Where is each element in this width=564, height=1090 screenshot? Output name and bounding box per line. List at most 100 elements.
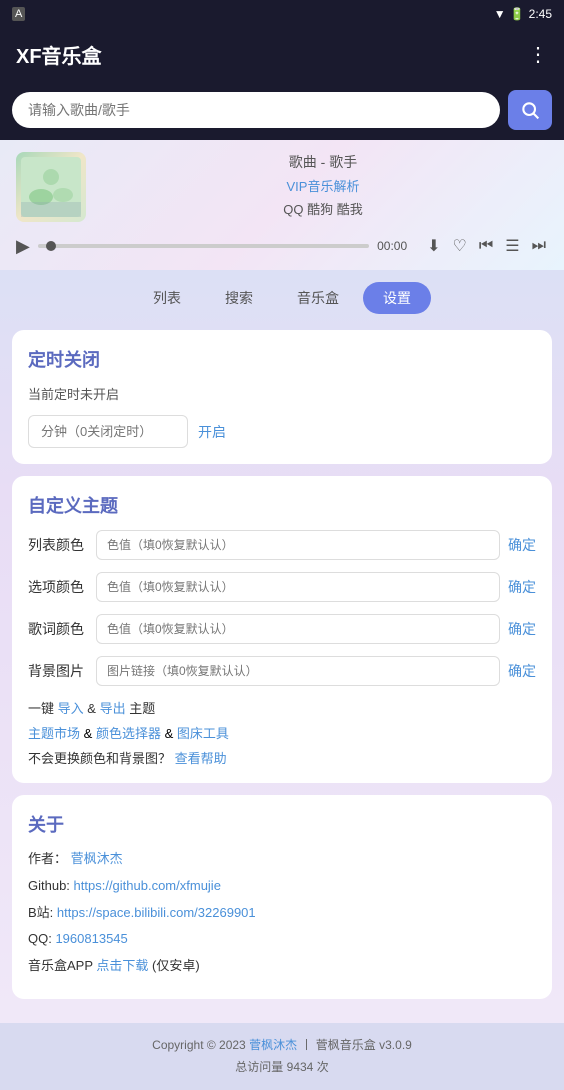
- song-title: 歌曲 - 歌手: [98, 152, 548, 172]
- footer-author-link[interactable]: 菅枫沐杰: [249, 1038, 297, 1052]
- list-color-input[interactable]: [96, 530, 500, 560]
- author-label: 作者：: [28, 851, 67, 866]
- search-icon: [520, 100, 540, 120]
- list-color-confirm[interactable]: 确定: [508, 535, 536, 555]
- links-row: 主题市场 & 颜色选择器 & 图床工具: [28, 723, 536, 742]
- bg-image-input[interactable]: [96, 656, 500, 686]
- import-link[interactable]: 导入: [58, 701, 84, 716]
- download-link[interactable]: 点击下载: [96, 958, 148, 973]
- footer-visits: 总访问量 9434 次: [12, 1057, 552, 1079]
- option-color-confirm[interactable]: 确定: [508, 577, 536, 597]
- prev-button[interactable]: ⏮: [477, 235, 495, 257]
- about-app-row: 音乐盒APP 点击下载 (仅安卓): [28, 956, 536, 977]
- bili-label: B站:: [28, 905, 57, 920]
- visit-label: 总访问量: [235, 1060, 283, 1074]
- progress-dot: [46, 241, 56, 251]
- qq-label: QQ:: [28, 931, 55, 946]
- tab-list[interactable]: 列表: [133, 282, 201, 314]
- list-color-label: 列表颜色: [28, 535, 88, 555]
- tab-settings[interactable]: 设置: [363, 282, 431, 314]
- lyrics-color-confirm[interactable]: 确定: [508, 619, 536, 639]
- no-change-row: 不会更换颜色和背景图？ 查看帮助: [28, 748, 536, 767]
- app-icon: A: [12, 7, 25, 21]
- theme-row-lyrics: 歌词颜色 确定: [28, 614, 536, 644]
- footer-copyright: Copyright © 2023 菅枫沐杰 丨 菅枫音乐盒 v3.0.9: [12, 1035, 552, 1057]
- bili-link[interactable]: https://space.bilibili.com/32269901: [57, 905, 256, 920]
- color-picker-link[interactable]: 颜色选择器: [96, 726, 161, 741]
- top-bar: XF音乐盒 ⋮: [0, 28, 564, 80]
- tab-search[interactable]: 搜索: [205, 282, 273, 314]
- battery-icon: 🔋: [510, 7, 525, 21]
- album-art: [16, 152, 86, 222]
- wifi-icon: ▼: [494, 7, 506, 21]
- bed-tool-link[interactable]: 图床工具: [177, 726, 229, 741]
- timer-title: 定时关闭: [28, 346, 536, 372]
- and-text-3: &: [165, 726, 177, 741]
- about-author-row: 作者： 菅枫沐杰: [28, 849, 536, 870]
- menu-button[interactable]: ⋮: [528, 42, 548, 67]
- market-link[interactable]: 主题市场: [28, 726, 80, 741]
- search-input[interactable]: [12, 92, 500, 128]
- option-color-input[interactable]: [96, 572, 500, 602]
- status-left: A: [12, 7, 25, 21]
- main-content: 列表 搜索 音乐盒 设置 定时关闭 当前定时未开启 开启 自定义主题 列表颜色 …: [0, 270, 564, 1023]
- github-link[interactable]: https://github.com/xfmujie: [74, 878, 221, 893]
- search-button[interactable]: [508, 90, 552, 130]
- player-controls: ▶ 00:00 ⬇ ♡ ⏮ ☰ ⏭: [16, 230, 548, 258]
- play-button[interactable]: ▶: [16, 236, 30, 257]
- bg-image-label: 背景图片: [28, 661, 88, 681]
- visit-count: 9434: [287, 1060, 314, 1074]
- visit-unit: 次: [317, 1060, 329, 1074]
- timer-enable-button[interactable]: 开启: [198, 422, 226, 442]
- status-bar: A ▼ 🔋 2:45: [0, 0, 564, 28]
- and-text-1: &: [87, 701, 96, 716]
- timer-subtitle: 当前定时未开启: [28, 384, 536, 403]
- footer-appname: 菅枫音乐盒 v3.0.9: [316, 1038, 412, 1052]
- footer: Copyright © 2023 菅枫沐杰 丨 菅枫音乐盒 v3.0.9 总访问…: [0, 1023, 564, 1090]
- theme-card: 自定义主题 列表颜色 确定 选项颜色 确定 歌词颜色 确定 背景图片 确定 一键…: [12, 476, 552, 783]
- vip-label: VIP音乐解析: [98, 176, 548, 195]
- export-link[interactable]: 导出: [100, 701, 126, 716]
- next-button[interactable]: ⏭: [530, 235, 548, 257]
- one-key-row: 一键 导入 & 导出 主题: [28, 698, 536, 717]
- about-qq-row: QQ: 1960813545: [28, 929, 536, 950]
- timer-card: 定时关闭 当前定时未开启 开启: [12, 330, 552, 464]
- about-bili-row: B站: https://space.bilibili.com/32269901: [28, 903, 536, 924]
- album-art-image: [21, 157, 81, 217]
- qq-link[interactable]: 1960813545: [55, 931, 127, 946]
- sources-label: QQ 酷狗 酷我: [98, 199, 548, 218]
- app-label: 音乐盒APP: [28, 958, 93, 973]
- tab-musicbox[interactable]: 音乐盒: [277, 282, 359, 314]
- theme-suffix: 主题: [129, 701, 155, 716]
- help-link[interactable]: 查看帮助: [175, 751, 227, 766]
- player-top: 歌曲 - 歌手 VIP音乐解析 QQ 酷狗 酷我: [16, 152, 548, 222]
- footer-separator: 丨: [300, 1038, 312, 1052]
- favorite-button[interactable]: ♡: [451, 234, 469, 258]
- time-display: 00:00: [377, 239, 417, 253]
- copyright-text: Copyright © 2023: [152, 1038, 246, 1052]
- download-suffix: (仅安卓): [152, 958, 200, 973]
- player-info: 歌曲 - 歌手 VIP音乐解析 QQ 酷狗 酷我: [98, 152, 548, 218]
- progress-bar[interactable]: [38, 244, 369, 248]
- app-title: XF音乐盒: [16, 40, 102, 69]
- theme-title: 自定义主题: [28, 492, 536, 518]
- github-label: Github:: [28, 878, 74, 893]
- search-area: [0, 80, 564, 140]
- theme-row-option: 选项颜色 确定: [28, 572, 536, 602]
- playlist-button[interactable]: ☰: [503, 234, 521, 258]
- lyrics-color-label: 歌词颜色: [28, 619, 88, 639]
- one-key-text: 一键: [28, 701, 54, 716]
- theme-row-list: 列表颜色 确定: [28, 530, 536, 560]
- lyrics-color-input[interactable]: [96, 614, 500, 644]
- status-right: ▼ 🔋 2:45: [494, 7, 552, 21]
- timer-input[interactable]: [28, 415, 188, 448]
- download-button[interactable]: ⬇: [425, 234, 442, 258]
- player-area: 歌曲 - 歌手 VIP音乐解析 QQ 酷狗 酷我 ▶ 00:00 ⬇ ♡ ⏮ ☰…: [0, 140, 564, 270]
- about-card: 关于 作者： 菅枫沐杰 Github: https://github.com/x…: [12, 795, 552, 999]
- option-color-label: 选项颜色: [28, 577, 88, 597]
- about-title: 关于: [28, 811, 536, 837]
- author-link[interactable]: 菅枫沐杰: [71, 851, 123, 866]
- bg-image-confirm[interactable]: 确定: [508, 661, 536, 681]
- timer-input-row: 开启: [28, 415, 536, 448]
- tabs: 列表 搜索 音乐盒 设置: [12, 282, 552, 314]
